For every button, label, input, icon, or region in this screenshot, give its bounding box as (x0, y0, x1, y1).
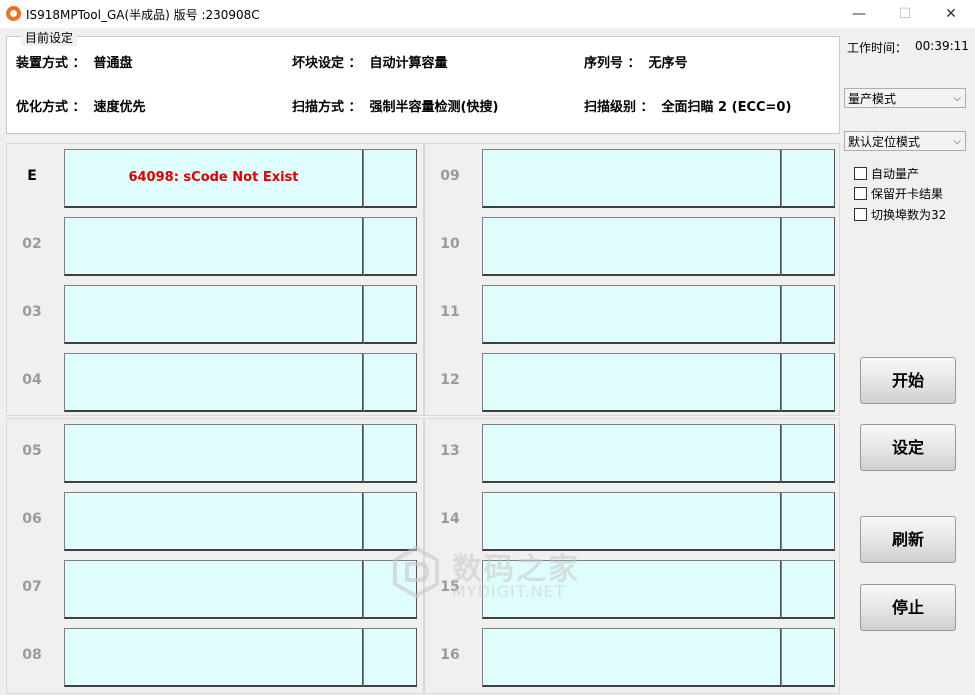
slot-progress-cell (363, 353, 417, 412)
slot-status-cell (64, 424, 363, 483)
mode-select[interactable]: 量产模式 ⌵ (844, 88, 966, 108)
slot-label: 13 (440, 443, 460, 459)
mount-value: 普通盘 (93, 56, 133, 71)
serial-value: 无序号 (648, 56, 688, 71)
scan-setting: 扫描方式 ： 强制半容量检测(快搜) (292, 96, 498, 115)
slot-progress-cell (363, 217, 417, 276)
slot-status-cell (482, 285, 781, 344)
checkbox-label: 保留开卡结果 (871, 187, 944, 201)
stop-button[interactable]: 停止 (860, 584, 956, 631)
badblock-label: 坏块设定 ： (292, 56, 362, 71)
slot-progress-cell (781, 353, 835, 412)
scan-level-label: 扫描级别 ： (584, 100, 654, 115)
slot-status-cell (482, 149, 781, 208)
slot-progress-cell (363, 285, 417, 344)
slot-progress-cell (781, 285, 835, 344)
chevron-down-icon: ⌵ (953, 93, 961, 104)
close-button[interactable]: ✕ (928, 0, 974, 28)
optimize-setting: 优化方式 ： 速度优先 (16, 96, 146, 115)
slot-progress-cell (781, 217, 835, 276)
slot-status-cell: 64098: sCode Not Exist (64, 149, 363, 208)
slot-label: 04 (22, 372, 42, 388)
slot-label: 05 (22, 443, 42, 459)
scan-level-value: 全面扫瞄 2 (ECC=0) (661, 100, 792, 115)
chevron-down-icon: ⌵ (953, 136, 961, 147)
slot-label: 06 (22, 511, 42, 527)
maximize-button[interactable]: ☐ (882, 0, 928, 28)
slot-label: 16 (440, 647, 460, 663)
refresh-button[interactable]: 刷新 (860, 516, 956, 563)
slot-label: 09 (440, 168, 460, 184)
slot-progress-cell (781, 149, 835, 208)
locate-mode-select[interactable]: 默认定位模式 ⌵ (844, 131, 966, 151)
optimize-value: 速度优先 (93, 100, 146, 115)
checkbox-box[interactable] (854, 208, 867, 221)
slot-label: 12 (440, 372, 460, 388)
serial-label: 序列号 ： (584, 56, 641, 71)
slot-status-cell (482, 217, 781, 276)
mode-select-value: 量产模式 (848, 92, 897, 106)
slot-label: 02 (22, 236, 42, 252)
slot-status-cell (482, 424, 781, 483)
slot-progress-cell (363, 628, 417, 687)
settings-button[interactable]: 设定 (860, 424, 956, 471)
slot-label: 14 (440, 511, 460, 527)
current-settings-panel: 目前设定 装置方式 ： 普通盘 坏块设定 ： 自动计算容量 序列号 ： 无序号 优化方… (6, 29, 840, 134)
watermark-logo-icon (393, 546, 439, 598)
slot-status-cell (482, 628, 781, 687)
slot-status-cell (64, 560, 363, 619)
scan-label: 扫描方式 ： (292, 100, 362, 115)
auto-production-checkbox[interactable]: 自动量产 (854, 165, 919, 182)
slot-label: E (27, 168, 37, 184)
slot-progress-cell (781, 424, 835, 483)
title-bar: IS918MPTool_GA(半成品) 版号 :230908C — ☐ ✕ (0, 0, 975, 28)
badblock-value: 自动计算容量 (369, 56, 448, 71)
slot-status-cell (64, 217, 363, 276)
locate-select-value: 默认定位模式 (848, 135, 921, 149)
current-settings-label: 目前设定 (21, 29, 78, 46)
keep-result-checkbox[interactable]: 保留开卡结果 (854, 185, 943, 202)
slot-message: 64098: sCode Not Exist (128, 170, 299, 185)
slot-status-cell (64, 628, 363, 687)
checkbox-box[interactable] (854, 187, 867, 200)
scan-value: 强制半容量检测(快搜) (369, 100, 499, 115)
slot-label: 10 (440, 236, 460, 252)
work-time-label: 工作时间： (847, 41, 908, 55)
window-title: IS918MPTool_GA(半成品) 版号 :230908C (26, 8, 260, 22)
slot-status-cell (64, 353, 363, 412)
slot-status-cell (64, 492, 363, 551)
minimize-button[interactable]: — (836, 0, 882, 28)
checkbox-label: 自动量产 (871, 167, 920, 181)
app-icon (6, 6, 21, 21)
slot-label: 11 (440, 304, 460, 320)
slot-status-cell (64, 285, 363, 344)
scan-level-setting: 扫描级别 ： 全面扫瞄 2 (ECC=0) (584, 96, 791, 115)
start-button[interactable]: 开始 (860, 357, 956, 404)
checkbox-label: 切换埠数为32 (871, 208, 947, 222)
mount-setting: 装置方式 ： 普通盘 (16, 52, 133, 71)
slot-label: 07 (22, 579, 42, 595)
badblock-setting: 坏块设定 ： 自动计算容量 (292, 52, 448, 71)
slot-status-cell (482, 353, 781, 412)
watermark-url: MYDIGIT.NET (452, 582, 566, 601)
slot-label: 08 (22, 647, 42, 663)
slot-progress-cell (781, 492, 835, 551)
work-time-value: 00:39:11 (915, 39, 969, 53)
mount-label: 装置方式 ： (16, 56, 86, 71)
slot-label: 03 (22, 304, 42, 320)
slot-progress-cell (363, 492, 417, 551)
optimize-label: 优化方式 ： (16, 100, 86, 115)
slot-status-cell (482, 492, 781, 551)
serial-setting: 序列号 ： 无序号 (584, 52, 688, 71)
slot-progress-cell (363, 424, 417, 483)
slot-progress-cell (363, 149, 417, 208)
slot-progress-cell (781, 628, 835, 687)
slot-progress-cell (781, 560, 835, 619)
checkbox-box[interactable] (854, 167, 867, 180)
port-count-checkbox[interactable]: 切换埠数为32 (854, 206, 946, 223)
